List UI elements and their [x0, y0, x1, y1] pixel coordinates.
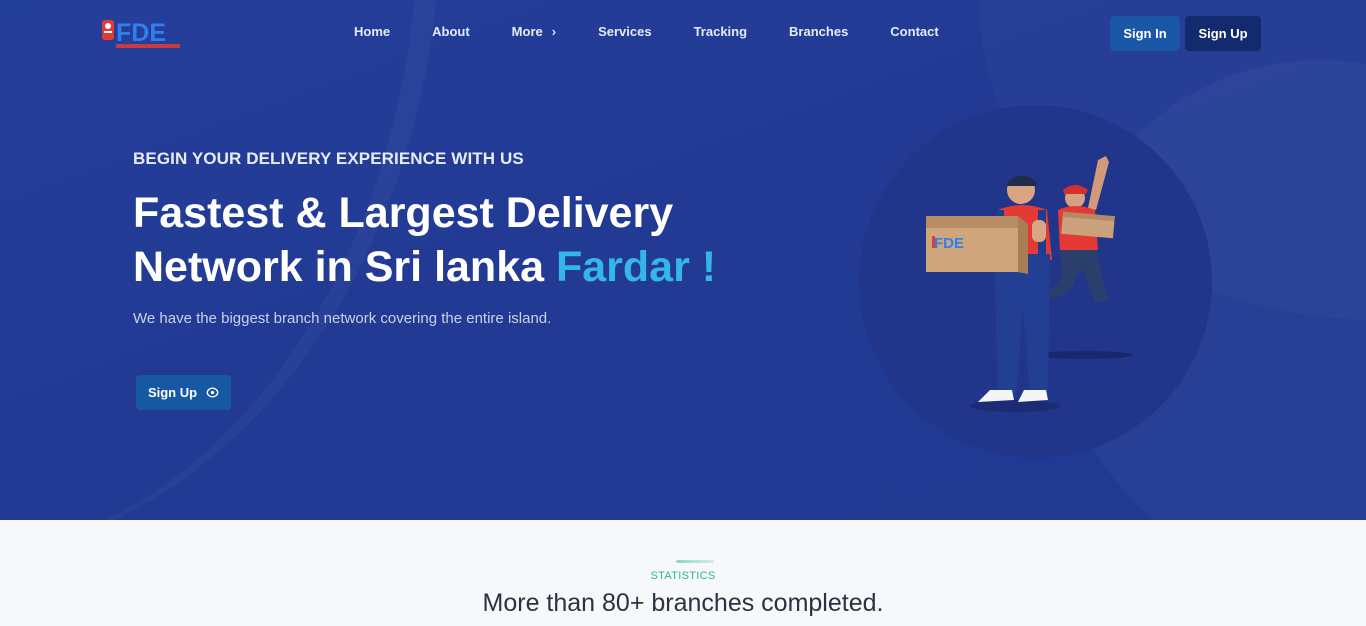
headline-line-2: Network in Sri lanka	[133, 243, 545, 291]
nav-contact[interactable]: Contact	[890, 24, 938, 39]
hero-eyebrow: BEGIN YOUR DELIVERY EXPERIENCE WITH US	[133, 149, 524, 168]
delivery-workers-illustration: FDE	[926, 156, 1133, 412]
stats-label: STATISTICS	[650, 570, 716, 582]
hero-section: FDE Home About More › Services Tracking B…	[0, 0, 1366, 520]
headline-line-1: Fastest & Largest Delivery	[133, 189, 674, 237]
chevron-right-icon: ›	[551, 24, 557, 39]
hero-sign-up-button[interactable]: Sign Up	[136, 375, 231, 410]
headline-accent: Fardar !	[555, 243, 717, 291]
nav-home[interactable]: Home	[354, 24, 390, 39]
brand-logo[interactable]: FDE	[100, 14, 184, 52]
nav-services[interactable]: Services	[598, 24, 652, 39]
hero-headline: Fastest & Largest Delivery Network in Sr…	[133, 186, 716, 294]
nav-more-label: More	[511, 24, 543, 39]
nav-about[interactable]: About	[432, 24, 470, 39]
stats-title: More than 80+ branches completed.	[482, 589, 884, 617]
logo-text: FDE	[116, 19, 166, 47]
nav-branches[interactable]: Branches	[789, 24, 848, 39]
stats-divider	[676, 560, 714, 563]
nav-tracking[interactable]: Tracking	[694, 24, 747, 39]
hero-cta-label: Sign Up	[147, 385, 198, 400]
sign-up-button[interactable]: Sign Up	[1185, 16, 1261, 51]
box-logo-text: FDE	[934, 235, 964, 252]
nav-more[interactable]: More ›	[512, 24, 556, 39]
hero-subtext: We have the biggest branch network cover…	[133, 310, 552, 327]
sign-in-button[interactable]: Sign In	[1110, 16, 1180, 51]
eye-icon	[206, 387, 219, 398]
main-nav: Home About More › Services Tracking Branc…	[354, 24, 981, 39]
